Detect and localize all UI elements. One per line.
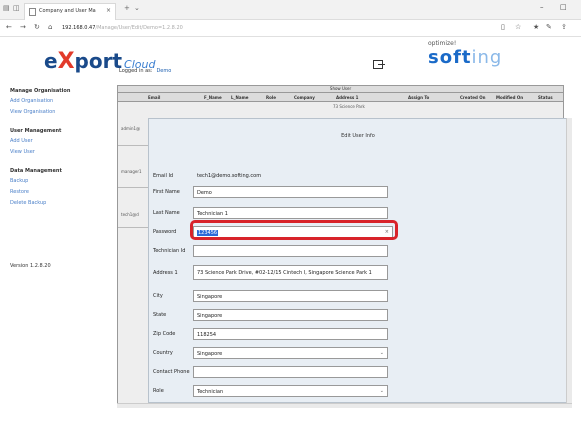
- url-field[interactable]: 192.168.0.47/Manage/User/Edit/Demo=1.2.8…: [62, 23, 492, 34]
- column-header[interactable]: Created On: [460, 95, 485, 100]
- logged-in-label: Logged in as:: [119, 68, 153, 74]
- vertical-scrollbar[interactable]: [566, 118, 572, 403]
- sidebar-section-title: Manage Organisation: [10, 88, 71, 94]
- column-header[interactable]: Email: [148, 95, 160, 100]
- url-path: /Manage/User/Edit/Demo=1.2.8.20: [95, 25, 183, 31]
- technician-id-field[interactable]: [193, 245, 388, 257]
- table-header: Email F_Name L_Name Role Company Address…: [118, 93, 563, 102]
- brand-tagline: optimize!: [428, 40, 457, 47]
- country-value: Singapore: [197, 351, 223, 357]
- contact-phone-label: Contact Phone: [153, 369, 190, 375]
- browser-tab[interactable]: Company and User Ma ×: [24, 3, 116, 20]
- zip-code-field[interactable]: 118254: [193, 328, 388, 340]
- country-label: Country: [153, 350, 173, 356]
- first-name-field[interactable]: Demo: [193, 186, 388, 198]
- column-header[interactable]: F_Name: [204, 95, 222, 100]
- reading-view-icon[interactable]: ▯: [501, 23, 505, 31]
- technician-id-label: Technician Id: [153, 248, 186, 254]
- column-header[interactable]: Status: [538, 95, 553, 100]
- role-label: Role: [153, 388, 164, 394]
- column-header[interactable]: Assign To: [408, 95, 429, 100]
- forward-icon[interactable]: →: [20, 23, 26, 31]
- role-value: Technician: [197, 389, 224, 395]
- city-field[interactable]: Singapore: [193, 290, 388, 302]
- role-select[interactable]: Technician ⌄: [193, 385, 388, 397]
- favorite-star-icon[interactable]: ☆: [515, 23, 521, 31]
- last-name-field[interactable]: Technician 1: [193, 207, 388, 219]
- tab-list-icon[interactable]: ⌄: [134, 4, 140, 12]
- column-header[interactable]: Role: [266, 95, 276, 100]
- softing-logo: softing: [428, 47, 503, 68]
- sidebar-section-title: Data Management: [10, 168, 62, 174]
- maximize-icon[interactable]: □: [560, 3, 567, 11]
- favorites-icon[interactable]: ★: [533, 23, 539, 31]
- logout-icon[interactable]: [373, 60, 385, 69]
- logged-in-user[interactable]: Demo: [156, 68, 171, 74]
- page-icon: [29, 8, 36, 16]
- share-icon[interactable]: ⇪: [561, 23, 567, 31]
- version-label: Version 1.2.8.20: [10, 263, 51, 269]
- sidebar-section-title: User Management: [10, 128, 62, 134]
- horizontal-scrollbar[interactable]: [117, 403, 572, 408]
- sidebar-link-restore[interactable]: Restore: [10, 189, 110, 195]
- url-host: 192.168.0.47: [62, 25, 96, 31]
- sidebar: Manage Organisation Add Organisation Vie…: [10, 88, 110, 211]
- edit-user-dialog: Edit User Info Email Id tech1@demo.softi…: [148, 118, 568, 403]
- state-field[interactable]: Singapore: [193, 309, 388, 321]
- chevron-down-icon: ⌄: [379, 388, 384, 394]
- chevron-down-icon: ⌄: [379, 350, 384, 356]
- home-icon[interactable]: ⌂: [48, 23, 52, 31]
- password-label: Password: [153, 229, 177, 235]
- browser-address-bar: ← → ↻ ⌂ 192.168.0.47/Manage/User/Edit/De…: [0, 20, 581, 37]
- dialog-title: Edit User Info: [341, 133, 375, 139]
- sidebar-link-view-user[interactable]: View User: [10, 149, 110, 155]
- close-tab-icon[interactable]: ×: [106, 7, 111, 14]
- last-name-label: Last Name: [153, 210, 180, 216]
- sidebar-link-add-user[interactable]: Add User: [10, 138, 110, 144]
- sidebar-link-add-organisation[interactable]: Add Organisation: [10, 98, 110, 104]
- address-field[interactable]: 73 Science Park Drive, #02-12/15 Cintech…: [193, 265, 388, 280]
- column-header[interactable]: L_Name: [231, 95, 248, 100]
- state-label: State: [153, 312, 167, 318]
- browser-tab-bar: ▤ ◫ Company and User Ma × + ⌄ – □: [0, 0, 581, 20]
- address-label: Address 1: [153, 270, 178, 276]
- first-name-label: First Name: [153, 189, 180, 195]
- column-header[interactable]: Modified On: [496, 95, 523, 100]
- sidebar-link-view-organisation[interactable]: View Organisation: [10, 109, 110, 115]
- minimize-icon[interactable]: –: [540, 3, 544, 11]
- column-header[interactable]: Address 1: [336, 95, 358, 100]
- country-select[interactable]: Singapore ⌄: [193, 347, 388, 359]
- sidebar-link-backup[interactable]: Backup: [10, 178, 110, 184]
- back-icon[interactable]: ←: [6, 23, 12, 31]
- sidebar-link-delete-backup[interactable]: Delete Backup: [10, 200, 110, 206]
- city-label: City: [153, 293, 163, 299]
- tab-title: Company and User Ma: [39, 8, 96, 14]
- notes-icon[interactable]: ✎: [546, 23, 552, 31]
- email-label: Email Id: [153, 173, 174, 179]
- column-header[interactable]: Company: [294, 95, 315, 100]
- tab-switch-icon[interactable]: ◫: [13, 4, 20, 12]
- tab-actions-icon[interactable]: ▤: [3, 4, 10, 12]
- password-highlight-box: [190, 220, 398, 240]
- refresh-icon[interactable]: ↻: [34, 23, 40, 31]
- contact-phone-field[interactable]: [193, 366, 388, 378]
- logged-in-status: Logged in as: Demo: [119, 68, 171, 74]
- zip-code-label: Zip Code: [153, 331, 176, 337]
- table-toolbar: Show User: [118, 86, 563, 93]
- email-value: tech1@demo.softing.com: [197, 173, 262, 179]
- new-tab-icon[interactable]: +: [124, 4, 130, 12]
